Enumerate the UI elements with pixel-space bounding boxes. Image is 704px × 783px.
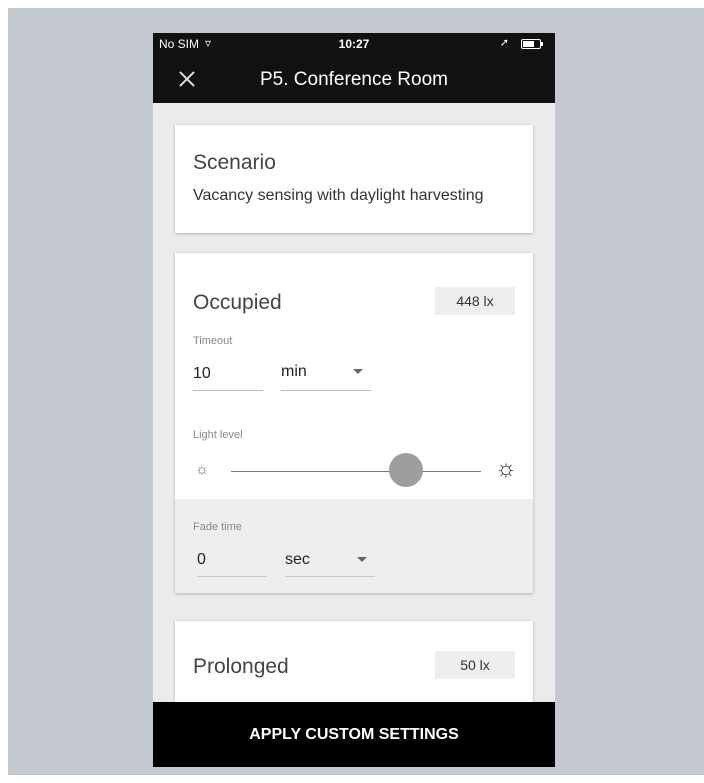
fade-time-label: Fade time — [193, 521, 242, 533]
apply-custom-settings-button[interactable]: APPLY CUSTOM SETTINGS — [153, 702, 555, 767]
phone-screen: No SIM ▿ 10:27 ➚ P5. Conference Room Sce… — [153, 33, 555, 767]
page-title: P5. Conference Room — [260, 69, 448, 90]
light-level-label: Light level — [193, 429, 243, 441]
chevron-down-icon — [357, 557, 367, 562]
fade-time-section: Fade time 0 sec — [175, 499, 533, 593]
occupied-title: Occupied — [193, 291, 282, 314]
screenshot-frame: No SIM ▿ 10:27 ➚ P5. Conference Room Sce… — [8, 8, 704, 775]
light-level-slider-thumb[interactable] — [389, 453, 423, 487]
fade-unit-select[interactable]: sec — [285, 551, 375, 577]
apply-button-label: APPLY CUSTOM SETTINGS — [249, 725, 459, 743]
status-bar: No SIM ▿ 10:27 ➚ — [153, 33, 555, 57]
chevron-down-icon — [353, 369, 363, 374]
timeout-unit-select[interactable]: min — [281, 363, 371, 391]
scenario-title: Scenario — [193, 151, 276, 174]
battery-icon — [521, 39, 543, 49]
sun-small-icon: ☼ — [195, 461, 209, 478]
scenario-card: Scenario Vacancy sensing with daylight h… — [175, 125, 533, 233]
prolonged-title: Prolonged — [193, 655, 289, 678]
timeout-unit-value: min — [281, 363, 307, 380]
occupied-lux-badge: 448 lx — [435, 287, 515, 315]
status-time: 10:27 — [338, 37, 370, 51]
fade-time-input[interactable]: 0 — [197, 551, 267, 577]
fade-unit-value: sec — [285, 551, 310, 568]
sun-large-icon: ☼ — [495, 455, 517, 482]
light-level-slider-track[interactable] — [231, 471, 481, 472]
location-icon: ➚ — [499, 37, 509, 49]
occupied-card: Occupied 448 lx Timeout 10 min Light lev… — [175, 253, 533, 593]
app-bar: P5. Conference Room — [153, 57, 555, 103]
scenario-description: Vacancy sensing with daylight harvesting — [193, 187, 484, 204]
prolonged-lux-badge: 50 lx — [435, 651, 515, 679]
timeout-input[interactable]: 10 — [193, 365, 263, 391]
timeout-label: Timeout — [193, 335, 233, 347]
